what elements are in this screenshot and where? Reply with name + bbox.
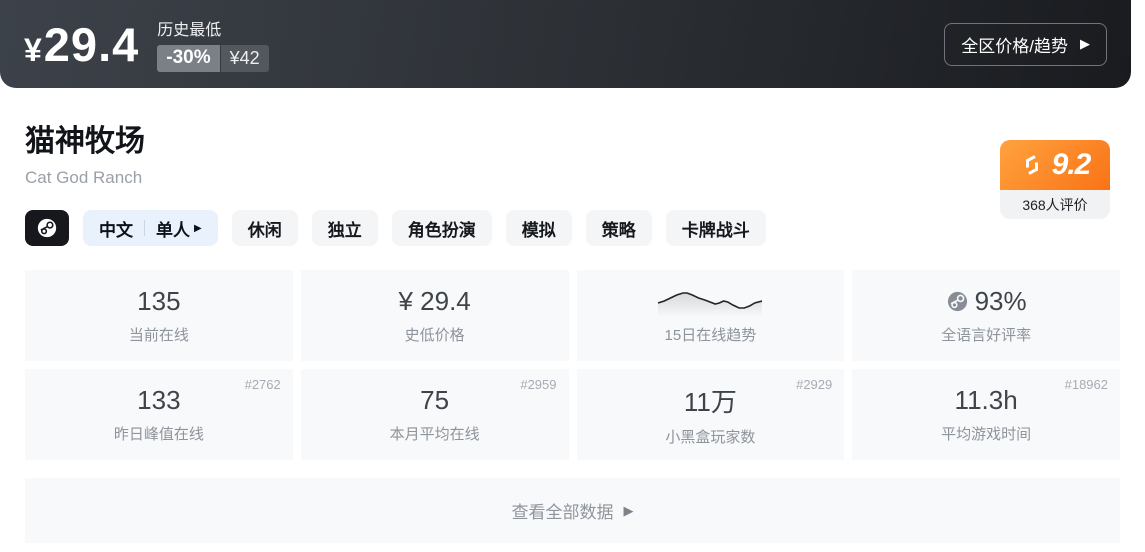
stat-current-online: 135 当前在线 (25, 270, 293, 361)
discount-percent: -30% (157, 45, 220, 72)
chevron-right-icon: ▶ (1080, 36, 1090, 51)
stat-label: 全语言好评率 (941, 327, 1032, 344)
tag-strategy[interactable]: 策略 (585, 210, 652, 246)
page-title: 猫神牧场 (25, 125, 145, 158)
currency-symbol: ¥ (24, 31, 42, 68)
stat-rank: #2762 (244, 377, 281, 392)
tag-label: 休闲 (247, 220, 282, 240)
all-region-price-trend-button[interactable]: 全区价格/趋势 ▶ (944, 22, 1107, 66)
online-trend-sparkline (658, 291, 763, 317)
stat-label: 本月平均在线 (389, 426, 480, 443)
tag-card-battle[interactable]: 卡牌战斗 (665, 210, 766, 246)
rating-score: 9.2 (1051, 148, 1092, 181)
stat-value: 135 (137, 286, 181, 316)
page-subtitle: Cat God Ranch (25, 168, 143, 187)
stat-rank: #2959 (520, 377, 557, 392)
heybox-logo-icon (1025, 155, 1038, 175)
stat-label: 小黑盒玩家数 (665, 429, 756, 446)
tag-label: 角色扮演 (407, 220, 476, 240)
stat-month-average: #2959 75 本月平均在线 (300, 369, 569, 460)
stat-heybox-players: #2929 11万 小黑盒玩家数 (576, 369, 845, 460)
stat-value: 93% (946, 286, 1027, 317)
stat-value (658, 287, 763, 317)
price-meta: 历史最低 -30% ¥42 (157, 16, 269, 72)
chevron-right-icon: ▶ (623, 502, 634, 518)
steam-icon (946, 290, 969, 313)
trend-button-label: 全区价格/趋势 (961, 36, 1068, 56)
stat-value: 133 (137, 385, 181, 415)
tag-casual[interactable]: 休闲 (231, 210, 298, 246)
steam-icon (37, 218, 57, 238)
historical-low-label: 历史最低 (157, 22, 222, 39)
stat-value: 11万 (683, 387, 737, 417)
view-all-data-button[interactable]: 查看全部数据 ▶ (25, 478, 1120, 543)
stat-label: 史低价格 (404, 327, 465, 344)
discount-badge: -30% ¥42 (157, 45, 269, 72)
view-all-data-label: 查看全部数据 (511, 503, 614, 522)
tag-label: 策略 (601, 220, 636, 240)
tag-row: 中文 单人 ▶ 休闲 独立 角色扮演 模拟 策略 卡牌战斗 (0, 210, 1145, 246)
tag-language-mode[interactable]: 中文 单人 ▶ (83, 210, 218, 246)
stat-lowest-price: ¥ 29.4 史低价格 (300, 270, 569, 361)
price-amount: 29.4 (43, 17, 140, 71)
steam-platform-tag[interactable] (25, 210, 69, 246)
stat-value: 75 (420, 385, 450, 415)
current-price: ¥ 29.4 (24, 17, 139, 72)
rating-count: 368人评价 (1000, 190, 1110, 219)
tag-divider (144, 220, 145, 236)
tag-label: 卡牌战斗 (681, 220, 750, 240)
stat-value: ¥ 29.4 (398, 286, 471, 316)
tag-mode-label: 单人 (156, 220, 190, 240)
stats-grid: 135 当前在线 ¥ 29.4 史低价格 15日在线趋势 93% 全语言好评率 … (25, 270, 1120, 460)
stat-label: 平均游戏时间 (941, 426, 1032, 443)
stat-positive-rate: 93% 全语言好评率 (852, 270, 1120, 361)
tag-simulation[interactable]: 模拟 (505, 210, 572, 246)
stat-rank: #2929 (796, 377, 833, 392)
stat-rank: #18962 (1064, 377, 1108, 392)
chevron-right-icon: ▶ (194, 222, 202, 234)
stat-online-trend: 15日在线趋势 (576, 270, 845, 361)
tag-rpg[interactable]: 角色扮演 (391, 210, 492, 246)
positive-rate-value: 93% (974, 286, 1027, 316)
tag-indie[interactable]: 独立 (311, 210, 378, 246)
game-header: 猫神牧场 Cat God Ranch 9.2 368人评价 (0, 116, 1145, 219)
rating-score-panel: 9.2 (1000, 140, 1110, 190)
stat-label: 昨日峰值在线 (113, 426, 204, 443)
original-price: ¥42 (220, 45, 269, 72)
tag-label: 模拟 (521, 220, 556, 240)
stat-average-playtime: #18962 11.3h 平均游戏时间 (852, 369, 1120, 460)
stat-label: 当前在线 (128, 327, 189, 344)
price-bar: ¥ 29.4 历史最低 -30% ¥42 全区价格/趋势 ▶ (0, 0, 1131, 88)
stat-label: 15日在线趋势 (664, 326, 757, 344)
tag-language-label: 中文 (99, 220, 133, 240)
tag-label: 独立 (327, 220, 362, 240)
stat-value: 11.3h (954, 385, 1018, 415)
stat-yesterday-peak: #2762 133 昨日峰值在线 (25, 369, 293, 460)
rating-badge[interactable]: 9.2 368人评价 (1000, 140, 1110, 219)
